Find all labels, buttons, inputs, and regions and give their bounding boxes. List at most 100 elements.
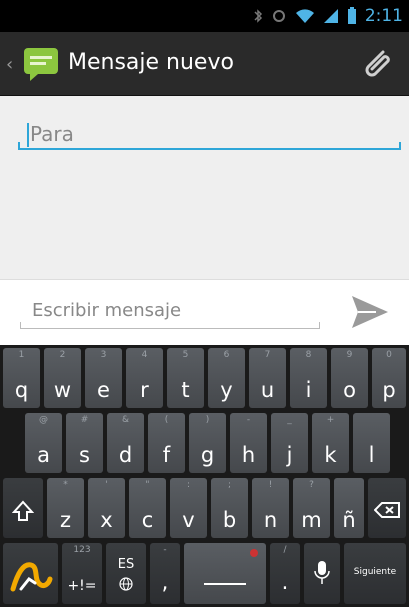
key-hint: 7: [264, 350, 271, 360]
key-hint: _: [287, 415, 292, 425]
field-underline-right: [319, 322, 320, 329]
send-icon[interactable]: [348, 292, 390, 332]
key-hint: 5: [182, 350, 189, 360]
space-key[interactable]: [184, 543, 266, 604]
key-p[interactable]: 0p: [372, 348, 406, 408]
key-v[interactable]: :v: [170, 478, 207, 538]
space-bar-indicator: [204, 583, 246, 585]
key-i[interactable]: 8i: [290, 348, 327, 408]
key-label: d: [118, 443, 133, 467]
key-hint: 9: [346, 350, 353, 360]
mic-key[interactable]: [304, 543, 340, 604]
key-j[interactable]: _ j: [271, 413, 308, 473]
message-input[interactable]: Escribir mensaje: [20, 294, 320, 329]
comma-key[interactable]: - ,: [150, 543, 180, 604]
message-bar: Escribir mensaje: [0, 279, 409, 345]
globe-icon: [119, 577, 133, 591]
key-m[interactable]: ? m: [293, 478, 330, 538]
key-d[interactable]: & d: [107, 413, 144, 473]
key-label: v: [182, 508, 195, 532]
key-label: j: [286, 443, 293, 467]
key-label: x: [100, 508, 113, 532]
key-c[interactable]: " c: [129, 478, 166, 538]
page-title: Mensaje nuevo: [68, 50, 234, 75]
key-f[interactable]: (f: [148, 413, 185, 473]
key-a[interactable]: @ a: [25, 413, 62, 473]
key-label: b: [222, 508, 237, 532]
key-label: s: [79, 443, 90, 467]
up-caret-icon[interactable]: ‹: [6, 54, 13, 75]
attach-icon[interactable]: [359, 46, 395, 82]
swype-key[interactable]: [3, 543, 58, 604]
key-label: p: [382, 378, 396, 402]
backspace-key[interactable]: [368, 478, 406, 538]
key-q[interactable]: 1q: [3, 348, 40, 408]
field-underline-right: [399, 142, 401, 150]
signal-icon: [323, 9, 338, 23]
key-hint: @: [39, 415, 48, 425]
key-hint: ?: [309, 480, 314, 490]
key-hint: 8: [305, 350, 312, 360]
key-hint: 1: [18, 350, 25, 360]
language-key[interactable]: ES: [106, 543, 146, 604]
key-x[interactable]: ' x: [88, 478, 125, 538]
key-hint: -: [246, 415, 251, 425]
swype-icon: [10, 562, 53, 592]
key-hint: 0: [386, 350, 392, 360]
symbols-key[interactable]: 123 +!=: [62, 543, 102, 604]
key-hint: -: [163, 545, 167, 555]
key-z[interactable]: * z: [47, 478, 84, 538]
key-label: e: [97, 378, 110, 402]
key-g[interactable]: ) g: [189, 413, 226, 473]
key-r[interactable]: 4r: [126, 348, 163, 408]
key-label: t: [181, 378, 190, 402]
key-label: n: [263, 508, 278, 532]
key-label: g: [200, 443, 215, 467]
key-hint: *: [63, 480, 68, 490]
shift-key[interactable]: [3, 478, 43, 538]
next-key[interactable]: Siguiente: [344, 543, 406, 604]
bluetooth-icon: [254, 9, 262, 23]
message-placeholder: Escribir mensaje: [32, 300, 182, 321]
key-o[interactable]: 9o: [331, 348, 368, 408]
sync-icon: [272, 10, 285, 22]
recipient-placeholder: Para: [30, 122, 74, 146]
key-hint: :: [186, 480, 191, 490]
key-label: m: [301, 508, 322, 532]
text-cursor: [27, 123, 29, 147]
messaging-app-icon[interactable]: [22, 46, 62, 82]
key-s[interactable]: # s: [66, 413, 103, 473]
key-label: h: [241, 443, 256, 467]
status-bar: 2:11: [0, 0, 409, 32]
key-t[interactable]: 5t: [167, 348, 204, 408]
key-label: w: [53, 378, 72, 402]
mic-icon: [314, 561, 330, 584]
key-hint: &: [121, 415, 130, 425]
key-label: a: [37, 443, 50, 467]
key-label: c: [141, 508, 154, 532]
key-y[interactable]: 6y: [208, 348, 245, 408]
key-e[interactable]: 3e: [85, 348, 122, 408]
key-label: f: [162, 443, 171, 467]
key-label: y: [220, 378, 233, 402]
key-w[interactable]: 2w: [44, 348, 81, 408]
key-k[interactable]: + k: [312, 413, 349, 473]
key-hint: /: [283, 545, 287, 555]
key-b[interactable]: ; b: [211, 478, 248, 538]
key-hint: ': [105, 480, 108, 490]
key-n-tilde[interactable]: ñ: [334, 478, 364, 538]
field-underline: [20, 328, 320, 329]
wifi-icon: [295, 9, 314, 23]
key-label: .: [281, 570, 289, 594]
key-l[interactable]: l: [353, 413, 390, 473]
recipient-field[interactable]: Para: [18, 120, 401, 150]
key-h[interactable]: -h: [230, 413, 267, 473]
key-u[interactable]: 7u: [249, 348, 286, 408]
key-label: ,: [161, 570, 169, 594]
key-hint: ;: [227, 480, 232, 490]
key-n[interactable]: ! n: [252, 478, 289, 538]
backspace-icon: [374, 502, 400, 518]
key-hint: !: [268, 480, 273, 490]
key-hint: (: [164, 415, 169, 425]
period-key[interactable]: / .: [270, 543, 300, 604]
